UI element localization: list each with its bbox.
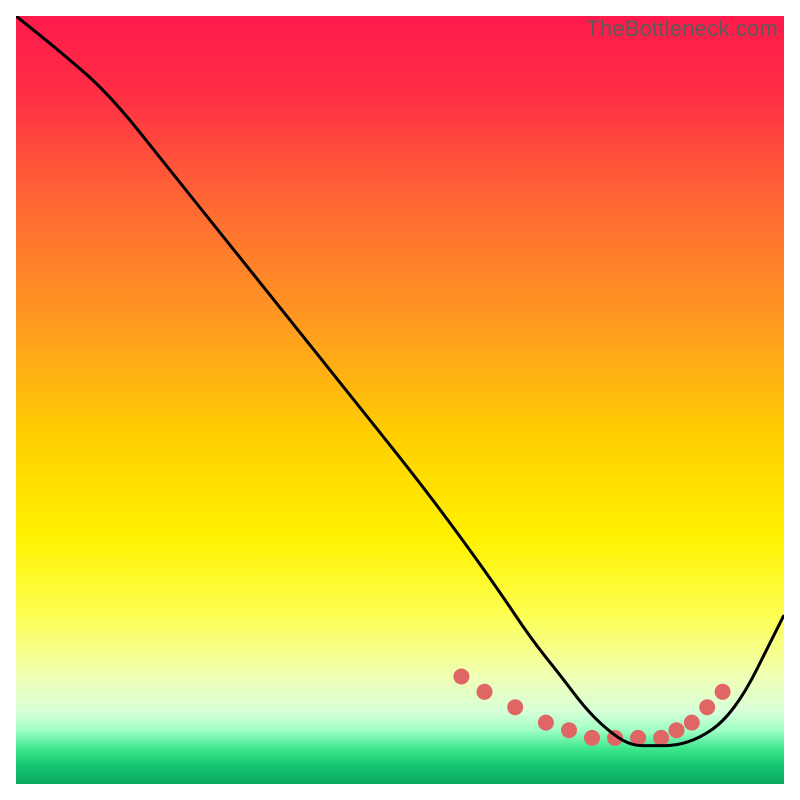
marker-dot: [538, 715, 554, 731]
marker-dots: [453, 669, 730, 746]
marker-dot: [669, 722, 685, 738]
watermark-text: TheBottleneck.com: [586, 16, 778, 42]
marker-dot: [715, 684, 731, 700]
marker-dot: [561, 722, 577, 738]
marker-dot: [453, 669, 469, 685]
marker-dot: [584, 730, 600, 746]
marker-dot: [653, 730, 669, 746]
chart-frame: TheBottleneck.com: [0, 0, 800, 800]
marker-dot: [507, 699, 523, 715]
plot-area: TheBottleneck.com: [16, 16, 784, 784]
marker-dot: [477, 684, 493, 700]
bottleneck-curve: [16, 16, 784, 746]
marker-dot: [699, 699, 715, 715]
curve-layer: [16, 16, 784, 784]
marker-dot: [684, 715, 700, 731]
